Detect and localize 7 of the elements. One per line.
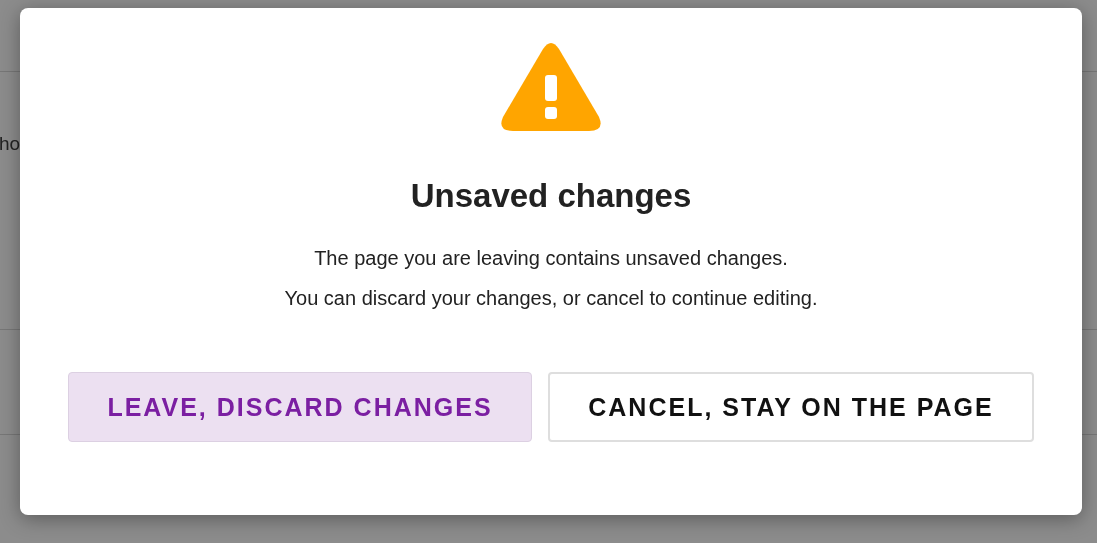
- dialog-title: Unsaved changes: [410, 176, 692, 216]
- dialog-message: The page you are leaving contains unsaved changes.: [314, 246, 788, 271]
- backdrop-text: ho: [0, 133, 21, 154]
- leave-button[interactable]: LEAVE, DISCARD CHANGES: [68, 372, 532, 443]
- dialog-message: You can discard your changes, or cancel to continue editing.: [284, 286, 818, 311]
- warning-icon: [499, 41, 603, 133]
- cancel-button[interactable]: CANCEL, STAY ON THE PAGE: [548, 372, 1034, 443]
